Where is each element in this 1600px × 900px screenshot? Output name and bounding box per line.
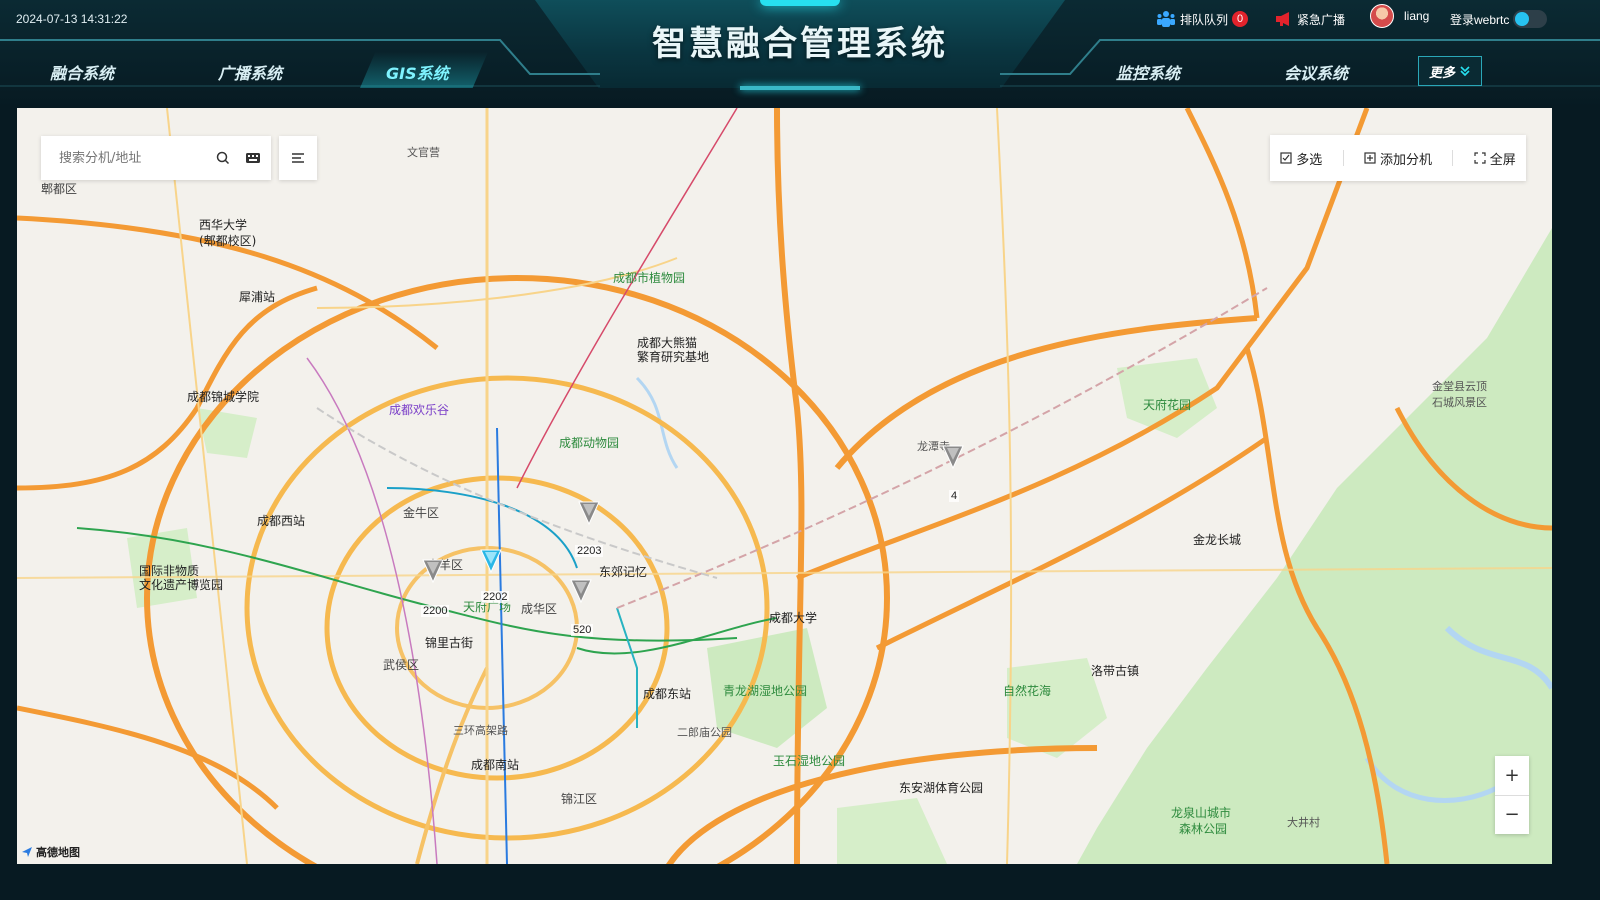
extension-marker[interactable] bbox=[941, 444, 965, 470]
toolbar-divider bbox=[1342, 150, 1344, 166]
multi-select-button[interactable]: 多选 bbox=[1280, 149, 1322, 168]
double-chevron-down-icon bbox=[1460, 66, 1470, 77]
map-label: 成都欢乐谷 bbox=[389, 403, 450, 417]
add-extension-button[interactable]: 添加分机 bbox=[1364, 149, 1432, 168]
app-header: 2024-07-13 14:31:22 智慧融合管理系统 融合系统 广播系统 G… bbox=[0, 0, 1600, 108]
plus-square-icon bbox=[1364, 152, 1376, 164]
extension-marker[interactable] bbox=[577, 500, 601, 526]
toolbar-divider bbox=[1452, 150, 1454, 166]
search-icon[interactable] bbox=[215, 150, 231, 166]
gis-map[interactable]: 郫都区 西华大学 (郫都校区) 犀浦站 成都锦城学院 成都欢乐谷 成都动物园 成… bbox=[17, 108, 1552, 864]
multi-select-label: 多选 bbox=[1296, 152, 1323, 168]
map-label: 金龙长城 bbox=[1193, 533, 1242, 547]
fullscreen-button[interactable]: 全屏 bbox=[1474, 149, 1516, 168]
search-box bbox=[41, 136, 271, 180]
more-label: 更多 bbox=[1428, 65, 1455, 81]
header-glow bbox=[760, 0, 840, 6]
map-label: 金牛区 bbox=[403, 506, 440, 520]
marker-label: 520 bbox=[571, 624, 594, 636]
map-provider-logo: 高德地图 bbox=[21, 844, 80, 860]
zoom-control: + − bbox=[1495, 756, 1529, 834]
map-label: 西华大学 bbox=[199, 218, 248, 232]
more-button[interactable]: 更多 bbox=[1418, 56, 1482, 86]
fullscreen-label: 全屏 bbox=[1489, 152, 1516, 168]
map-label: 东郊记忆 bbox=[599, 565, 648, 579]
map-label: 大井村 bbox=[1287, 816, 1320, 829]
fullscreen-icon bbox=[1474, 152, 1486, 164]
avatar bbox=[1370, 4, 1394, 28]
nav-broadcast-system[interactable]: 广播系统 bbox=[218, 60, 282, 84]
map-label: 成都南站 bbox=[471, 758, 520, 772]
map-label: 金堂县云顶 bbox=[1432, 380, 1487, 393]
webrtc-login: 登录webrtc bbox=[1450, 10, 1548, 28]
map-label: 玉石湿地公园 bbox=[773, 754, 846, 768]
extension-marker[interactable] bbox=[569, 578, 593, 604]
keyboard-icon[interactable] bbox=[245, 151, 261, 165]
map-label: 洛带古镇 bbox=[1091, 664, 1140, 678]
map-label: (郫都校区) bbox=[199, 234, 257, 248]
map-label: 犀浦站 bbox=[239, 290, 276, 304]
header-underline bbox=[740, 86, 860, 90]
map-label: 成都西站 bbox=[257, 514, 306, 528]
map-label: 东安湖体育公园 bbox=[899, 781, 984, 795]
map-label: 成都锦城学院 bbox=[187, 390, 260, 404]
zoom-out-button[interactable]: − bbox=[1495, 794, 1529, 835]
map-label: 繁育研究基地 bbox=[637, 350, 710, 364]
map-toolbar: 多选 添加分机 全屏 bbox=[1270, 135, 1526, 181]
broadcast-label: 紧急广播 bbox=[1297, 12, 1346, 27]
checkbox-icon bbox=[1280, 152, 1292, 164]
nav-fusion-system[interactable]: 融合系统 bbox=[50, 60, 114, 84]
datetime: 2024-07-13 14:31:22 bbox=[16, 12, 128, 26]
map-label: 锦江区 bbox=[561, 792, 598, 806]
map-provider-label: 高德地图 bbox=[36, 846, 80, 859]
amap-logo-icon bbox=[22, 847, 32, 857]
extension-marker[interactable] bbox=[421, 558, 445, 584]
map-label: 文化遗产博览园 bbox=[139, 578, 224, 592]
search-input[interactable] bbox=[57, 149, 211, 167]
page-title: 智慧融合管理系统 bbox=[652, 24, 948, 64]
queue-count-badge: 0 bbox=[1232, 11, 1249, 27]
map-label: 龙泉山城市 bbox=[1171, 806, 1232, 820]
users-icon bbox=[1157, 11, 1175, 27]
list-icon bbox=[292, 153, 304, 163]
marker-label: 2200 bbox=[421, 605, 450, 617]
marker-label: 2202 bbox=[481, 591, 510, 603]
map-label: 郫都区 bbox=[41, 182, 78, 196]
map-label: 成华区 bbox=[521, 602, 558, 616]
webrtc-toggle[interactable] bbox=[1513, 10, 1548, 28]
marker-label: 2203 bbox=[575, 545, 604, 557]
queue-label: 排队队列 bbox=[1180, 12, 1229, 27]
marker-label: 4 bbox=[949, 490, 960, 502]
map-label: 青龙湖湿地公园 bbox=[723, 684, 808, 698]
map-label: 锦里古街 bbox=[425, 636, 474, 650]
queue-button[interactable]: 排队队列 0 bbox=[1156, 10, 1249, 28]
map-label: 石城风景区 bbox=[1432, 396, 1487, 409]
map-label: 天府花园 bbox=[1143, 398, 1192, 412]
megaphone-icon bbox=[1276, 12, 1289, 26]
map-label: 成都大学 bbox=[769, 611, 818, 625]
webrtc-login-label: 登录webrtc bbox=[1450, 12, 1510, 27]
map-label: 成都东站 bbox=[643, 687, 692, 701]
selected-extension-marker[interactable] bbox=[479, 548, 503, 574]
list-toggle-button[interactable] bbox=[279, 136, 317, 180]
add-extension-label: 添加分机 bbox=[1379, 152, 1432, 168]
map-label: 文官营 bbox=[407, 146, 440, 159]
map-label: 成都市植物园 bbox=[613, 271, 686, 285]
page-footer bbox=[0, 864, 1600, 900]
map-label: 成都动物园 bbox=[559, 436, 620, 450]
nav-monitor-system[interactable]: 监控系统 bbox=[1116, 60, 1180, 84]
map-label: 武侯区 bbox=[383, 658, 420, 672]
zoom-in-button[interactable]: + bbox=[1495, 756, 1529, 795]
map-label: 森林公园 bbox=[1179, 822, 1228, 836]
map-base-layer bbox=[17, 108, 1552, 864]
username: liang bbox=[1404, 9, 1430, 23]
map-label: 二郎庙公园 bbox=[677, 726, 732, 739]
user-menu[interactable]: liang bbox=[1370, 4, 1430, 28]
nav-gis-system[interactable]: GIS系统 bbox=[386, 60, 449, 84]
map-label: 自然花海 bbox=[1003, 684, 1052, 698]
nav-meeting-system[interactable]: 会议系统 bbox=[1284, 60, 1348, 84]
map-label: 三环高架路 bbox=[453, 724, 508, 737]
emergency-broadcast-button[interactable]: 紧急广播 bbox=[1275, 10, 1345, 28]
